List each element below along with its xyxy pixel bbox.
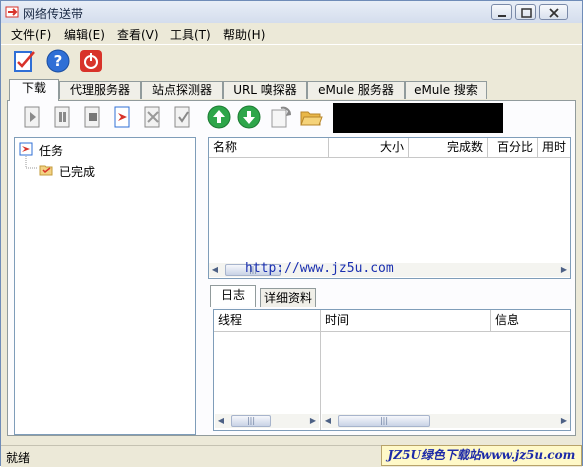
thread-scrollbar[interactable]: ◀ ||| ▶ — [215, 414, 319, 428]
status-text: 就绪 — [6, 451, 31, 465]
app-icon — [5, 6, 19, 18]
pause-button[interactable] — [51, 105, 75, 129]
tab-site-detector[interactable]: 站点探测器 — [141, 81, 223, 99]
scroll-left-arrow[interactable]: ◀ — [215, 414, 227, 428]
window-title: 网络传送带 — [23, 7, 84, 21]
log-split-divider — [320, 332, 321, 430]
column-header-percent[interactable]: 百分比 — [488, 138, 538, 158]
tree-connector — [25, 156, 37, 169]
log-list: 线程 时间 信息 ◀ ||| ▶ ◀ ||| ▶ — [213, 309, 571, 431]
tab-proxy-server[interactable]: 代理服务器 — [59, 81, 141, 99]
power-button[interactable] — [78, 48, 104, 74]
power-icon — [80, 50, 102, 72]
task-icon — [19, 142, 33, 156]
column-header-name[interactable]: 名称 — [209, 138, 329, 158]
column-header-size[interactable]: 大小 — [329, 138, 409, 158]
folder-icon — [300, 111, 323, 126]
complete-button[interactable] — [171, 105, 195, 129]
refresh-button[interactable] — [269, 105, 293, 129]
tab-emule-search[interactable]: eMule 搜索 — [405, 81, 487, 99]
arrow-up-icon — [207, 105, 231, 129]
menu-tools[interactable]: 工具(T) — [170, 26, 211, 43]
download-list: 名称 大小 完成数 百分比 用时 ◀ ||| ▶ http://www.jz5u… — [208, 137, 571, 279]
move-down-button[interactable] — [237, 105, 261, 129]
start-button[interactable] — [21, 105, 45, 129]
delete-icon — [144, 106, 160, 128]
speed-graph — [333, 103, 503, 133]
menu-view[interactable]: 查看(V) — [117, 26, 159, 43]
open-folder-button[interactable] — [299, 105, 323, 129]
app-window: 网络传送带 文件(F) 编辑(E) 查看(V) 工具(T) 帮助(H) ? 下载… — [0, 0, 583, 467]
scroll-right-arrow[interactable]: ▶ — [558, 414, 570, 428]
scroll-left-arrow[interactable]: ◀ — [209, 263, 221, 277]
maximize-button[interactable] — [515, 4, 536, 20]
tab-url-sniffer[interactable]: URL 嗅探器 — [223, 81, 307, 99]
scroll-right-arrow[interactable]: ▶ — [558, 263, 570, 277]
column-header-thread[interactable]: 线程 — [214, 310, 321, 332]
scroll-thumb[interactable]: ||| — [231, 415, 271, 427]
notepad-check-icon — [14, 51, 35, 72]
menu-help[interactable]: 帮助(H) — [223, 26, 265, 43]
tab-details[interactable]: 详细资料 — [260, 288, 316, 307]
tab-log[interactable]: 日志 — [210, 285, 256, 307]
log-scrollbar[interactable]: ◀ ||| ▶ — [322, 414, 570, 428]
menu-file[interactable]: 文件(F) — [11, 26, 51, 43]
delete-button[interactable] — [141, 105, 165, 129]
move-up-button[interactable] — [207, 105, 231, 129]
completed-folder-icon — [39, 165, 53, 176]
main-tab-strip: 下载 代理服务器 站点探测器 URL 嗅探器 eMule 服务器 eMule 搜… — [1, 79, 582, 101]
schedule-button[interactable] — [111, 105, 135, 129]
watermark-banner: JZ5U绿色下载站www.jz5u.com — [381, 445, 582, 466]
red-arrow-page-icon — [114, 106, 130, 128]
minimize-button[interactable] — [491, 4, 512, 20]
help-button[interactable]: ? — [45, 48, 71, 74]
svg-text:?: ? — [54, 52, 63, 70]
scroll-right-arrow[interactable]: ▶ — [307, 414, 319, 428]
new-task-button[interactable] — [12, 48, 38, 74]
close-button[interactable] — [539, 4, 568, 20]
pause-icon — [54, 106, 70, 128]
menu-edit[interactable]: 编辑(E) — [64, 26, 105, 43]
column-header-time[interactable]: 用时 — [538, 138, 570, 158]
log-tab-strip: 日志 详细资料 — [208, 285, 571, 307]
stop-button[interactable] — [81, 105, 105, 129]
menu-bar: 文件(F) 编辑(E) 查看(V) 工具(T) 帮助(H) — [1, 23, 582, 43]
start-icon — [24, 106, 40, 128]
title-bar: 网络传送带 — [1, 1, 582, 23]
tab-download[interactable]: 下载 — [9, 79, 59, 101]
column-header-completed[interactable]: 完成数 — [409, 138, 488, 158]
column-header-log-time[interactable]: 时间 — [321, 310, 491, 332]
url-watermark-text: http://www.jz5u.com — [245, 261, 394, 276]
stop-icon — [84, 106, 100, 128]
tree-item-tasks[interactable]: 任务 — [39, 142, 63, 159]
tab-emule-server[interactable]: eMule 服务器 — [307, 81, 405, 99]
column-header-info[interactable]: 信息 — [491, 310, 570, 332]
scroll-thumb[interactable]: ||| — [338, 415, 430, 427]
refresh-page-icon — [271, 106, 291, 128]
tree-item-completed[interactable]: 已完成 — [59, 163, 95, 180]
help-icon: ? — [46, 49, 70, 73]
task-tree: 任务 已完成 — [14, 137, 196, 435]
scroll-left-arrow[interactable]: ◀ — [322, 414, 334, 428]
arrow-down-icon — [237, 105, 261, 129]
main-toolbar: ? — [1, 44, 582, 77]
check-page-icon — [174, 106, 190, 128]
